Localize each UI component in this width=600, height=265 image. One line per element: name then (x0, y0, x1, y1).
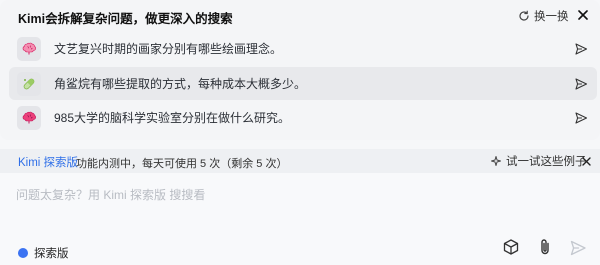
suggestion-item[interactable]: 角鲨烷有哪些提取的方式，每种成本大概多少。 (9, 67, 597, 100)
brain-icon (17, 36, 41, 61)
close-suggestions-button[interactable] (576, 7, 590, 23)
prompt-input[interactable] (16, 183, 576, 207)
send-arrow-icon[interactable] (574, 77, 588, 91)
suggestions-panel: Kimi会拆解复杂问题，做更深入的搜索 换一换 文艺复兴时期的画家分别有哪些绘画… (0, 0, 600, 140)
pill-icon (17, 71, 41, 96)
suggestion-text: 文艺复兴时期的画家分别有哪些绘画理念。 (54, 42, 283, 56)
try-examples-button[interactable]: 试一试这些例子 (490, 154, 587, 168)
send-arrow-icon[interactable] (574, 42, 588, 56)
brain-icon (17, 105, 41, 130)
attach-button[interactable] (535, 236, 555, 258)
cube-icon (503, 239, 519, 255)
sparkle-icon (491, 156, 501, 166)
mode-description: 功能内测中，每天可使用 5 次（剩余 5 次） (76, 158, 288, 170)
send-icon (570, 240, 586, 256)
paperclip-icon (541, 239, 549, 255)
cube-button[interactable] (501, 236, 521, 258)
mode-name: Kimi 探索版 (18, 157, 79, 169)
refresh-button[interactable]: 换一换 (518, 8, 569, 24)
close-icon (578, 10, 588, 20)
suggestion-item[interactable]: 985大学的脑科学实验室分别在做什么研究。 (9, 101, 597, 134)
try-examples-label: 试一试这些例子 (506, 156, 587, 168)
panel-title: Kimi会拆解复杂问题，做更深入的搜索 (18, 12, 233, 26)
close-icon (581, 156, 591, 166)
send-button[interactable] (565, 236, 591, 260)
refresh-icon (519, 10, 529, 21)
suggestions-header: Kimi会拆解复杂问题，做更深入的搜索 换一换 (0, 0, 600, 32)
toggle-label: 探索版 (34, 248, 69, 260)
composer: 探索版 (0, 173, 600, 265)
suggestion-item[interactable]: 文艺复兴时期的画家分别有哪些绘画理念。 (9, 32, 597, 65)
send-arrow-icon[interactable] (574, 111, 588, 125)
suggestion-text: 985大学的脑科学实验室分别在做什么研究。 (54, 111, 291, 125)
close-mode-button[interactable] (580, 154, 592, 168)
suggestion-text: 角鲨烷有哪些提取的方式，每种成本大概多少。 (54, 77, 307, 91)
toggle-dot (18, 248, 28, 258)
explore-mode-toggle[interactable]: 探索版 (18, 246, 69, 260)
refresh-label: 换一换 (534, 11, 569, 23)
mode-bar: Kimi 探索版 功能内测中，每天可使用 5 次（剩余 5 次） 试一试这些例子 (0, 149, 600, 173)
